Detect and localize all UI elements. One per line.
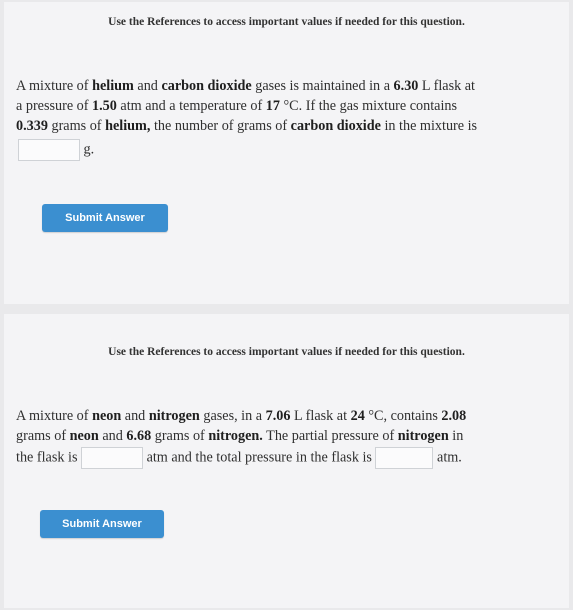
question-text-segment: atm and the total pressure in the flask …: [143, 449, 376, 466]
question-term: nitrogen: [148, 408, 200, 424]
references-note: Use the References to access important v…: [108, 346, 465, 358]
question-value: 17: [265, 98, 280, 114]
question-text-segment: gases is maintained in a: [251, 78, 394, 94]
question-value: 6.68: [126, 428, 152, 444]
question-term: carbon dioxide: [290, 118, 381, 134]
question-text-segment: and: [121, 408, 149, 424]
question-text-segment: atm.: [433, 449, 462, 466]
question-text-segment: a pressure of: [16, 98, 93, 114]
question-text-segment: L flask at: [290, 408, 351, 424]
question-text-segment: the flask is: [16, 449, 82, 466]
question-text-segment: grams of: [16, 428, 70, 444]
question-text-segment: A mixture of: [16, 408, 93, 424]
question-value: 6.30: [393, 78, 419, 94]
question-value: 7.06: [265, 408, 291, 424]
question-text-segment: °C, contains: [364, 408, 442, 424]
question-panel-1: Use the References to access important v…: [4, 2, 569, 304]
question-term: helium,: [105, 118, 151, 134]
question-text-segment: L flask at: [418, 78, 475, 94]
question-value: 2.08: [441, 408, 467, 424]
question-term: nitrogen.: [208, 428, 263, 444]
question-text-segment: the number of grams of: [150, 118, 291, 134]
question-value: 24: [350, 408, 365, 424]
question-text-segment: A mixture of: [16, 78, 93, 94]
question-text-segment: grams of: [151, 428, 209, 444]
question-panel-2: Use the References to access important v…: [4, 314, 569, 608]
question-value: 1.50: [92, 98, 117, 114]
answer-unit-label: g.: [83, 141, 95, 158]
submit-answer-button[interactable]: Submit Answer: [42, 204, 168, 232]
nitrogen-partial-pressure-input[interactable]: [81, 447, 144, 469]
question-text-segment: grams of: [47, 118, 106, 134]
question-term: helium: [92, 78, 134, 94]
references-note: Use the References to access important v…: [108, 16, 465, 28]
co2-grams-answer-input[interactable]: [18, 139, 80, 161]
question-text-segment: and: [98, 428, 127, 444]
question-text-segment: The partial pressure of: [262, 428, 398, 444]
question-text-segment: atm and a temperature of: [116, 98, 266, 114]
question-term: carbon dioxide: [161, 78, 252, 94]
question-term: nitrogen: [397, 428, 449, 444]
question-text: A mixture of helium and carbon dioxide g…: [16, 76, 565, 161]
question-text: A mixture of neon and nitrogen gases, in…: [16, 406, 565, 469]
submit-answer-button[interactable]: Submit Answer: [40, 510, 164, 538]
total-pressure-input[interactable]: [375, 447, 434, 469]
question-term: neon: [92, 408, 122, 424]
question-value: 0.339: [16, 118, 48, 134]
question-term: neon: [69, 428, 99, 444]
question-text-segment: in the mixture is: [380, 118, 478, 134]
question-text-segment: in: [448, 428, 464, 444]
question-text-segment: and: [133, 78, 162, 94]
question-text-segment: gases, in a: [199, 408, 266, 424]
question-text-segment: °C. If the gas mixture contains: [279, 98, 458, 114]
